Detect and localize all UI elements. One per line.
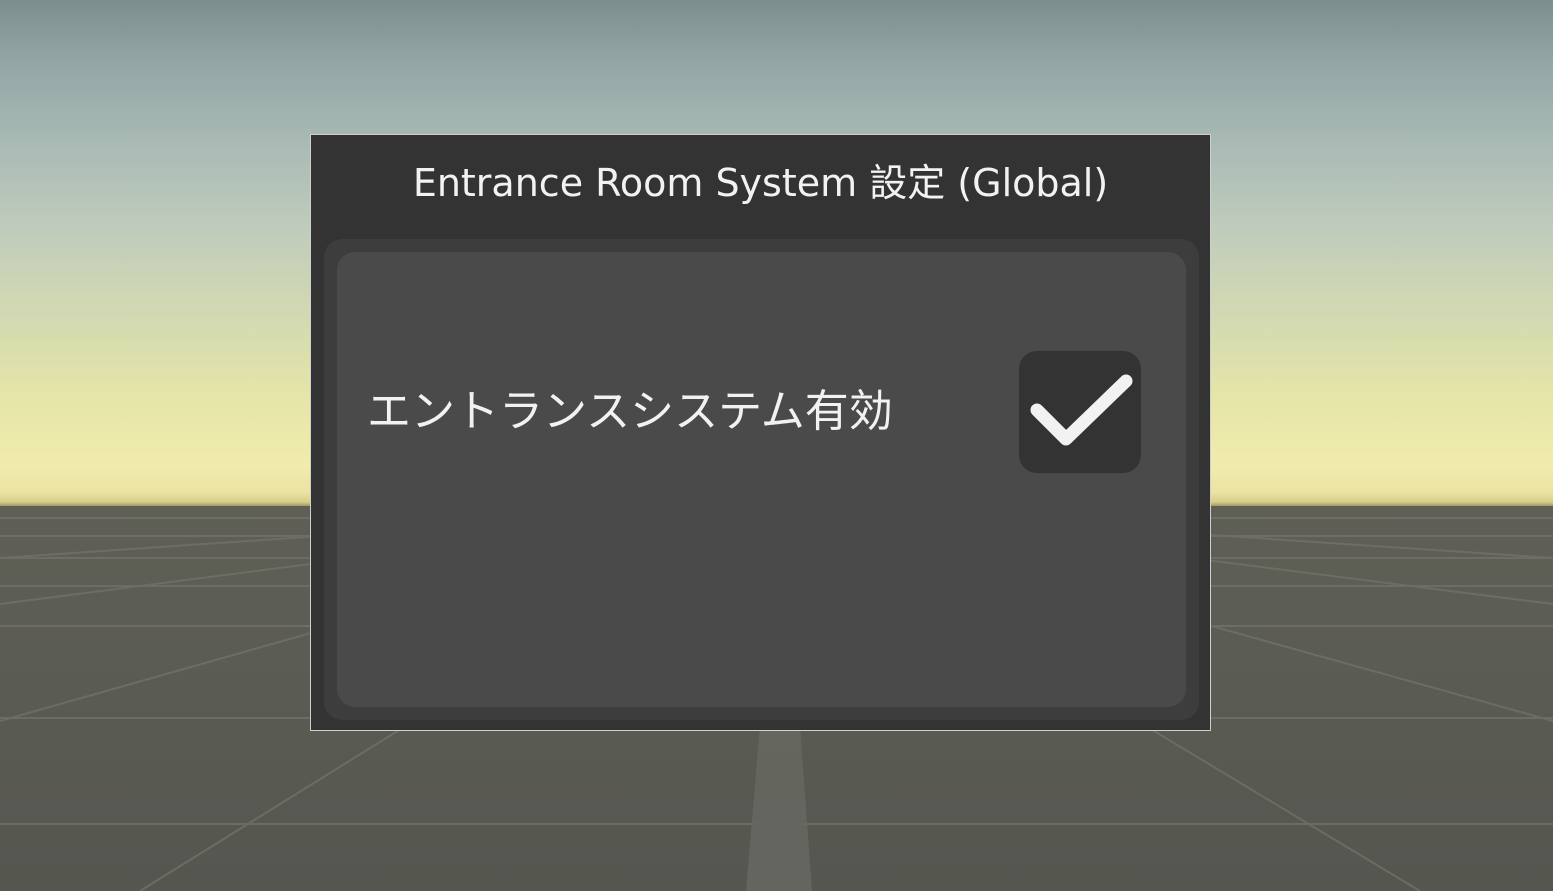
entrance-system-enabled-checkbox[interactable]	[1019, 351, 1141, 473]
panel-body: エントランスシステム有効	[324, 239, 1199, 720]
entrance-system-enabled-label: エントランスシステム有効	[367, 386, 893, 437]
panel-title: Entrance Room System 設定 (Global)	[412, 161, 1109, 205]
scene-background: Entrance Room System 設定 (Global) エントランスシ…	[0, 0, 1553, 891]
toggle-row: エントランスシステム有効	[337, 252, 1186, 707]
check-icon	[1030, 374, 1133, 446]
settings-panel: Entrance Room System 設定 (Global) エントランスシ…	[310, 134, 1211, 731]
